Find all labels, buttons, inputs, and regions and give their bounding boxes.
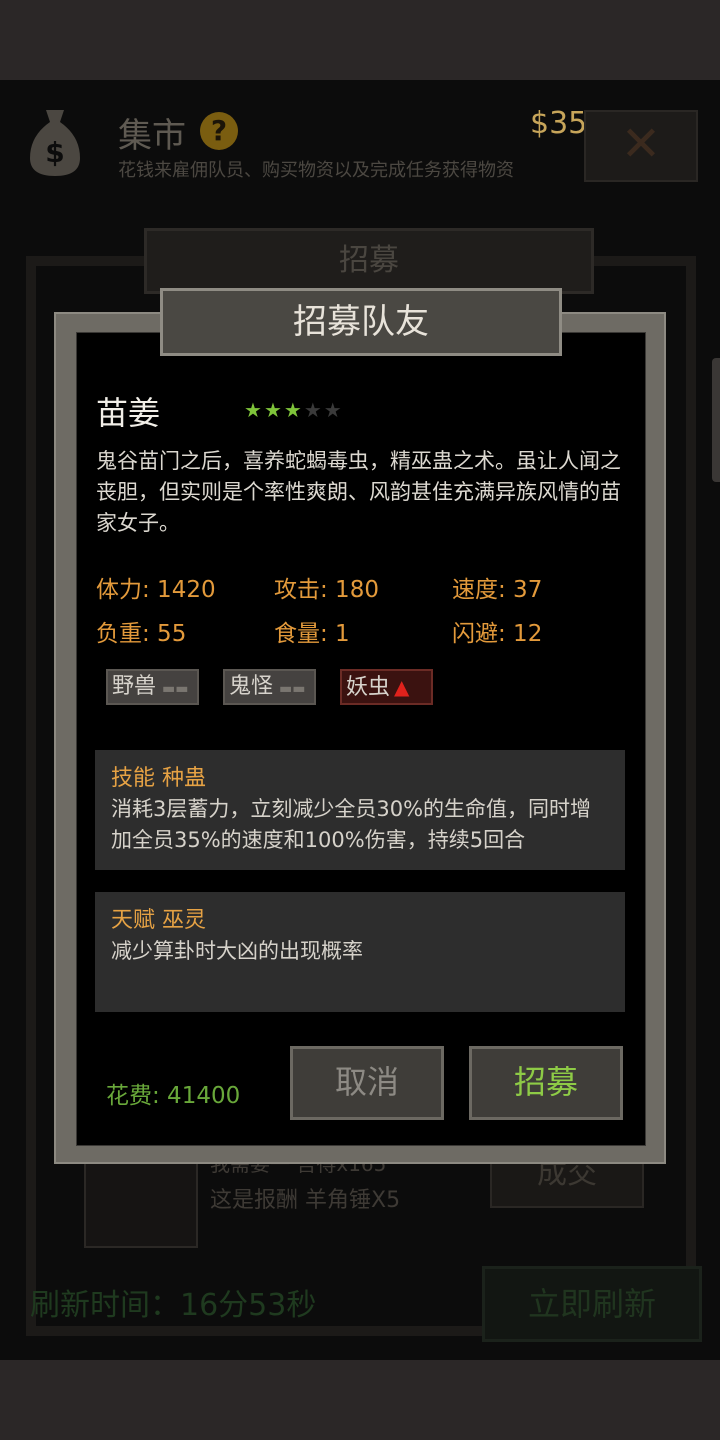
- stat-food: 食量: 1: [274, 621, 350, 647]
- quest-reward-text: 这是报酬 羊角锤X5: [210, 1188, 401, 1213]
- star-filled-icon: ★: [244, 398, 264, 422]
- skill-title: 技能 种蛊: [111, 766, 206, 791]
- recruit-button[interactable]: 招募: [469, 1046, 623, 1120]
- tag-label: 妖虫: [346, 675, 391, 700]
- stat-attack: 攻击: 180: [274, 577, 379, 603]
- help-icon[interactable]: ?: [200, 112, 238, 150]
- close-button[interactable]: ✕: [584, 110, 698, 182]
- close-icon: ✕: [620, 116, 662, 172]
- star-empty-icon: ★: [303, 398, 324, 422]
- recruit-dialog: [54, 312, 666, 1164]
- tag-label: 野兽: [112, 674, 157, 699]
- stat-load: 负重: 55: [96, 621, 187, 647]
- skill-box: 技能 种蛊 消耗3层蓄力，立刻减少全员30%的生命值，同时增加全员35%的速度和…: [95, 750, 625, 870]
- neutral-indicator: ▬▬: [279, 681, 306, 697]
- star-filled-icon: ★: [283, 398, 304, 422]
- refresh-now-button[interactable]: 立即刷新: [482, 1266, 702, 1342]
- talent-title: 天赋 巫灵: [111, 908, 206, 933]
- stat-speed: 速度: 37: [452, 577, 543, 603]
- talent-text: 减少算卦时大凶的出现概率: [111, 939, 363, 963]
- side-drawer-handle[interactable]: [712, 358, 720, 482]
- hero-name: 苗姜: [96, 394, 161, 432]
- stat-dodge: 闪避: 12: [452, 621, 543, 647]
- svg-text:$: $: [45, 136, 64, 169]
- hero-description: 鬼谷苗门之后，喜养蛇蝎毒虫，精巫蛊之术。虽让人闻之丧胆，但实则是个率性爽朗、风韵…: [96, 449, 621, 535]
- star-filled-icon: ★: [263, 398, 284, 422]
- up-arrow-icon: ▲: [394, 675, 410, 699]
- tag-ghost: 鬼怪 ▬▬: [223, 669, 316, 705]
- tag-insect: 妖虫 ▲: [340, 669, 433, 705]
- tag-label: 鬼怪: [229, 674, 274, 699]
- dialog-title: 招募队友: [160, 288, 562, 356]
- neutral-indicator: ▬▬: [162, 681, 189, 697]
- money-bag-icon: $: [30, 110, 80, 176]
- star-empty-icon: ★: [323, 398, 344, 422]
- recruit-cost: 花费: 41400: [106, 1083, 241, 1109]
- market-title: 集市: [118, 116, 186, 156]
- cancel-button[interactable]: 取消: [290, 1046, 444, 1120]
- skill-text: 消耗3层蓄力，立刻减少全员30%的生命值，同时增加全员35%的速度和100%伤害…: [111, 797, 592, 852]
- game-screen: $ 集市 ? 花钱来雇佣队员、购买物资以及完成任务获得物资 $3501 ✕ 招募…: [0, 80, 720, 1360]
- tag-beast: 野兽 ▬▬: [106, 669, 199, 705]
- tab-recruit[interactable]: 招募: [144, 228, 594, 294]
- refresh-timer: 刷新时间：16分53秒: [30, 1288, 317, 1323]
- market-subtitle: 花钱来雇佣队员、购买物资以及完成任务获得物资: [118, 160, 514, 181]
- talent-box: 天赋 巫灵 减少算卦时大凶的出现概率: [95, 892, 625, 1012]
- star-rating: ★★★★★: [244, 398, 344, 422]
- stat-stamina: 体力: 1420: [96, 577, 216, 603]
